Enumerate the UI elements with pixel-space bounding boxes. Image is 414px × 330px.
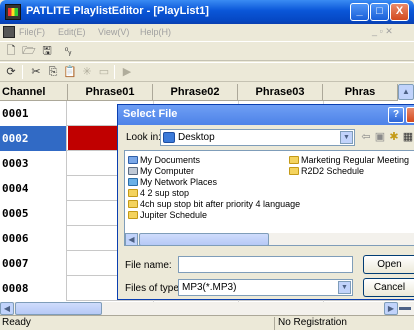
toolbar-separator xyxy=(114,65,115,79)
scroll-left-button[interactable]: ◀ xyxy=(0,302,14,315)
list-item[interactable]: 4 2 sup stop xyxy=(128,188,189,198)
toolbar-separator xyxy=(22,65,23,79)
window-title: PATLITE PlaylistEditor - [PlayList1] xyxy=(26,5,209,17)
document-icon[interactable] xyxy=(3,26,15,38)
channel-cell[interactable]: 0004 xyxy=(0,176,67,201)
dialog-title: Select File xyxy=(123,108,178,120)
channel-cell[interactable]: 0006 xyxy=(0,226,67,251)
paste-icon[interactable]: 📋 xyxy=(62,64,78,80)
close-button[interactable]: X xyxy=(390,3,409,21)
new-icon[interactable]: 🗋 xyxy=(3,43,19,59)
list-item[interactable]: Jupiter Schedule xyxy=(128,210,207,220)
scroll-thumb[interactable] xyxy=(139,233,269,245)
new-folder-icon[interactable]: ✱ xyxy=(387,129,401,145)
view-icon[interactable]: ▭ xyxy=(96,64,112,80)
up-folder-icon[interactable]: ▣ xyxy=(373,129,387,145)
file-name-label: File name: xyxy=(125,260,172,271)
folder-icon xyxy=(128,211,138,219)
file-type-value: MP3(*.MP3) xyxy=(182,282,237,293)
save-icon[interactable]: 🖫 xyxy=(39,43,55,59)
chevron-down-icon[interactable]: ▼ xyxy=(338,281,351,294)
list-item[interactable]: Marketing Regular Meeting xyxy=(289,155,409,165)
computer-icon xyxy=(128,167,138,175)
back-icon[interactable]: ⇦ xyxy=(359,129,373,145)
menu-bar: File(F) Edit(E) View(V) Help(H) _ ▫ ✕ xyxy=(0,24,414,41)
folder-icon xyxy=(289,167,299,175)
look-in-dropdown[interactable]: Desktop ▼ xyxy=(160,129,355,146)
list-item[interactable]: 4ch sup stop bit after priority 4 langua… xyxy=(128,199,300,209)
menu-file[interactable]: File(F) xyxy=(19,27,45,37)
folder-icon xyxy=(128,189,138,197)
desktop-icon xyxy=(163,132,175,143)
channel-cell[interactable]: 0007 xyxy=(0,251,67,276)
file-name-input[interactable] xyxy=(178,256,353,273)
toolbar-file: 🗋 🗁 🖫 ⁰ᵧ xyxy=(0,41,414,61)
file-type-dropdown[interactable]: MP3(*.MP3) ▼ xyxy=(178,279,353,296)
maximize-button[interactable]: □ xyxy=(370,3,389,21)
channel-cell[interactable]: 0005 xyxy=(0,201,67,226)
app-icon xyxy=(5,4,21,20)
look-in-value: Desktop xyxy=(178,132,215,143)
scroll-up-button[interactable]: ▲ xyxy=(398,84,414,100)
menu-help[interactable]: Help(H) xyxy=(140,27,171,37)
list-item[interactable]: My Network Places xyxy=(128,177,217,187)
copy-icon[interactable]: ⎘ xyxy=(45,64,61,80)
folder-icon xyxy=(289,156,299,164)
channel-cell[interactable]: 0002 xyxy=(0,126,67,151)
registration-status: No Registration xyxy=(274,317,414,330)
scroll-end-marker xyxy=(399,307,411,310)
view-menu-icon[interactable]: ▦ xyxy=(401,129,414,145)
phrase-cell-active[interactable] xyxy=(68,126,120,150)
refresh-icon[interactable]: ⟳ xyxy=(3,64,19,80)
menu-edit[interactable]: Edit(E) xyxy=(58,27,86,37)
horizontal-scrollbar[interactable]: ◀ ▶ xyxy=(0,302,414,315)
list-item[interactable]: R2D2 Schedule xyxy=(289,166,364,176)
folder-icon xyxy=(128,200,138,208)
list-item[interactable]: My Computer xyxy=(128,166,194,176)
file-list[interactable]: My Documents My Computer My Network Plac… xyxy=(124,150,414,246)
dialog-title-bar[interactable]: Select File ? xyxy=(118,105,414,125)
toolbar-edit: ⟳ ✂ ⎘ 📋 ✳ ▭ ▶ xyxy=(0,62,414,82)
scroll-right-button[interactable]: ▶ xyxy=(384,302,398,315)
file-type-label: Files of type: xyxy=(125,283,182,294)
status-text: Ready xyxy=(2,317,31,328)
scroll-thumb[interactable] xyxy=(15,302,102,315)
network-icon xyxy=(128,178,138,186)
channel-cell[interactable]: 0008 xyxy=(0,276,67,301)
minimize-button[interactable]: _ xyxy=(350,3,369,21)
column-header-phrase04[interactable]: Phras xyxy=(323,84,398,101)
dialog-close-button[interactable] xyxy=(406,107,414,123)
documents-icon xyxy=(128,156,138,164)
help-button[interactable]: ? xyxy=(388,107,404,123)
play-icon[interactable]: ▶ xyxy=(119,64,135,80)
scroll-left-button[interactable]: ◀ xyxy=(125,233,138,245)
column-header-phrase03[interactable]: Phrase03 xyxy=(238,84,323,101)
channel-cell[interactable]: 0001 xyxy=(0,101,67,126)
look-in-label: Look in: xyxy=(126,132,162,143)
chevron-down-icon[interactable]: ▼ xyxy=(340,131,353,144)
column-header-channel[interactable]: Channel xyxy=(0,84,68,101)
status-bar: Ready No Registration xyxy=(0,315,414,330)
column-header-phrase01[interactable]: Phrase01 xyxy=(68,84,153,101)
file-list-scrollbar[interactable]: ◀ xyxy=(125,233,414,245)
mdi-controls[interactable]: _ ▫ ✕ xyxy=(372,26,393,37)
channel-cell[interactable]: 0003 xyxy=(0,151,67,176)
column-header-phrase02[interactable]: Phrase02 xyxy=(153,84,238,101)
list-item[interactable]: My Documents xyxy=(128,155,200,165)
cut-icon[interactable]: ✂ xyxy=(28,64,44,80)
menu-view[interactable]: View(V) xyxy=(98,27,129,37)
title-bar[interactable]: PATLITE PlaylistEditor - [PlayList1] _ □… xyxy=(0,0,414,24)
open-icon[interactable]: 🗁 xyxy=(21,43,37,59)
cancel-button[interactable]: Cancel xyxy=(363,278,414,297)
special-char-icon[interactable]: ⁰ᵧ xyxy=(57,43,79,59)
delete-icon[interactable]: ✳ xyxy=(79,64,95,80)
select-file-dialog: Select File ? Look in: Desktop ▼ ⇦ ▣ ✱ ▦… xyxy=(117,104,414,300)
open-button[interactable]: Open xyxy=(363,255,414,274)
